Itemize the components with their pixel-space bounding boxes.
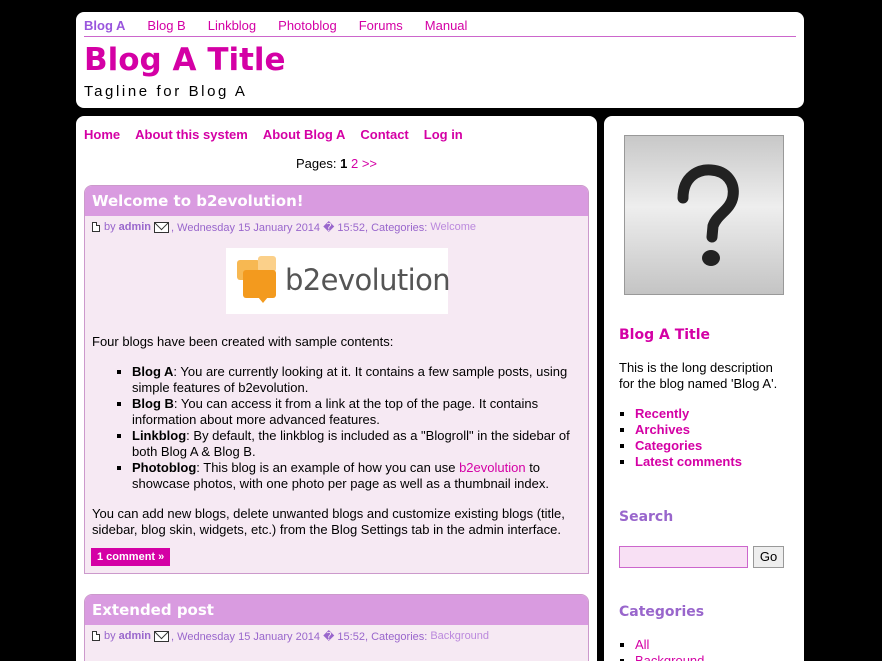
post-author[interactable]: admin xyxy=(119,630,151,642)
blog-tab-linkblog[interactable]: Linkblog xyxy=(208,19,256,36)
pagination: Pages: 1 2 >> xyxy=(76,156,597,171)
blog-list: Blog A: You are currently looking at it.… xyxy=(116,364,582,492)
post-category[interactable]: Welcome xyxy=(430,221,476,233)
post-date: , Wednesday 15 January 2014 � 15:52, Cat… xyxy=(171,221,428,234)
post-by-label: by xyxy=(104,630,116,642)
blog-tab-photoblog[interactable]: Photoblog xyxy=(278,19,337,36)
post-meta: by admin , Wednesday 15 January 2014 � 1… xyxy=(85,625,588,647)
pagination-label: Pages: xyxy=(295,156,337,171)
list-item: Blog A: You are currently looking at it.… xyxy=(132,364,582,396)
blog-tab-forums[interactable]: Forums xyxy=(359,19,403,36)
list-item: Latest comments xyxy=(635,454,742,470)
categories-heading: Categories xyxy=(619,604,705,620)
menu-contact[interactable]: Contact xyxy=(360,127,408,142)
categories-list: All Background xyxy=(635,637,704,661)
post-by-label: by xyxy=(104,221,116,233)
post-outro: You can add new blogs, delete unwanted b… xyxy=(92,506,565,537)
post-meta: by admin , Wednesday 15 January 2014 � 1… xyxy=(85,216,588,238)
blog-tab-blog-a[interactable]: Blog A xyxy=(84,19,125,36)
pagination-current: 1 xyxy=(340,156,348,171)
list-item: Categories xyxy=(635,438,742,454)
pagination-page-2[interactable]: 2 xyxy=(351,156,358,171)
list-item: Blog B: You can access it from a link at… xyxy=(132,396,582,428)
list-item: Photoblog: This blog is an example of ho… xyxy=(132,460,582,492)
post-extended: Extended post by admin , Wednesday 15 Ja… xyxy=(84,594,589,661)
header: Blog A Blog B Linkblog Photoblog Forums … xyxy=(76,12,804,108)
sidebar-link-archives[interactable]: Archives xyxy=(635,422,690,437)
blog-tagline: Tagline for Blog A xyxy=(84,83,248,100)
post-date: , Wednesday 15 January 2014 � 15:52, Cat… xyxy=(171,630,428,643)
post-content: Four blogs have been created with sample… xyxy=(92,334,582,350)
b2evolution-link[interactable]: b2evolution xyxy=(459,460,526,475)
permalink-icon[interactable] xyxy=(92,631,100,641)
search-input[interactable] xyxy=(619,546,748,568)
sidebar-link-recently[interactable]: Recently xyxy=(635,406,689,421)
sidebar-links: Recently Archives Categories Latest comm… xyxy=(635,406,742,470)
pagination-next[interactable]: >> xyxy=(362,156,377,171)
menu-about-blog[interactable]: About Blog A xyxy=(263,127,346,142)
post-title[interactable]: Extended post xyxy=(85,595,588,625)
category-background[interactable]: Background xyxy=(635,653,704,661)
category-all[interactable]: All xyxy=(635,637,649,652)
comments-button[interactable]: 1 comment » xyxy=(91,548,171,566)
email-icon[interactable] xyxy=(154,221,170,233)
blog-title[interactable]: Blog A Title xyxy=(84,41,286,79)
logo-text: b2evolution xyxy=(285,263,451,297)
search-go-button[interactable]: Go xyxy=(753,546,784,568)
post-welcome: Welcome to b2evolution! by admin , Wedne… xyxy=(84,185,589,574)
avatar xyxy=(624,135,784,295)
sidebar-link-categories[interactable]: Categories xyxy=(635,438,702,453)
menu-home[interactable]: Home xyxy=(84,127,120,142)
post-category[interactable]: Background xyxy=(430,630,489,642)
list-item: Archives xyxy=(635,422,742,438)
sidebar: Blog A Title This is the long descriptio… xyxy=(604,116,804,661)
sidebar-description: This is the long description for the blo… xyxy=(619,360,778,391)
menu-log-in[interactable]: Log in xyxy=(424,127,463,142)
search-heading: Search xyxy=(619,509,674,525)
permalink-icon[interactable] xyxy=(92,222,100,232)
b2evolution-logo: b2evolution xyxy=(226,248,451,314)
email-icon[interactable] xyxy=(154,630,170,642)
list-item: All xyxy=(635,637,704,653)
list-item: Linkblog: By default, the linkblog is in… xyxy=(132,428,582,460)
sidebar-link-latest-comments[interactable]: Latest comments xyxy=(635,454,742,469)
menu-about-system[interactable]: About this system xyxy=(135,127,248,142)
main-menu: Home About this system About Blog A Cont… xyxy=(84,127,478,142)
post-intro: Four blogs have been created with sample… xyxy=(92,334,394,349)
blog-tabs: Blog A Blog B Linkblog Photoblog Forums … xyxy=(84,19,796,37)
post-author[interactable]: admin xyxy=(119,221,151,233)
blog-tab-blog-b[interactable]: Blog B xyxy=(147,19,185,36)
list-item: Background xyxy=(635,653,704,661)
main-content: Home About this system About Blog A Cont… xyxy=(76,116,597,661)
question-mark-icon xyxy=(677,164,739,266)
blog-tab-manual[interactable]: Manual xyxy=(425,19,468,36)
sidebar-blog-title[interactable]: Blog A Title xyxy=(619,326,710,344)
post-title[interactable]: Welcome to b2evolution! xyxy=(85,186,588,216)
list-item: Recently xyxy=(635,406,742,422)
